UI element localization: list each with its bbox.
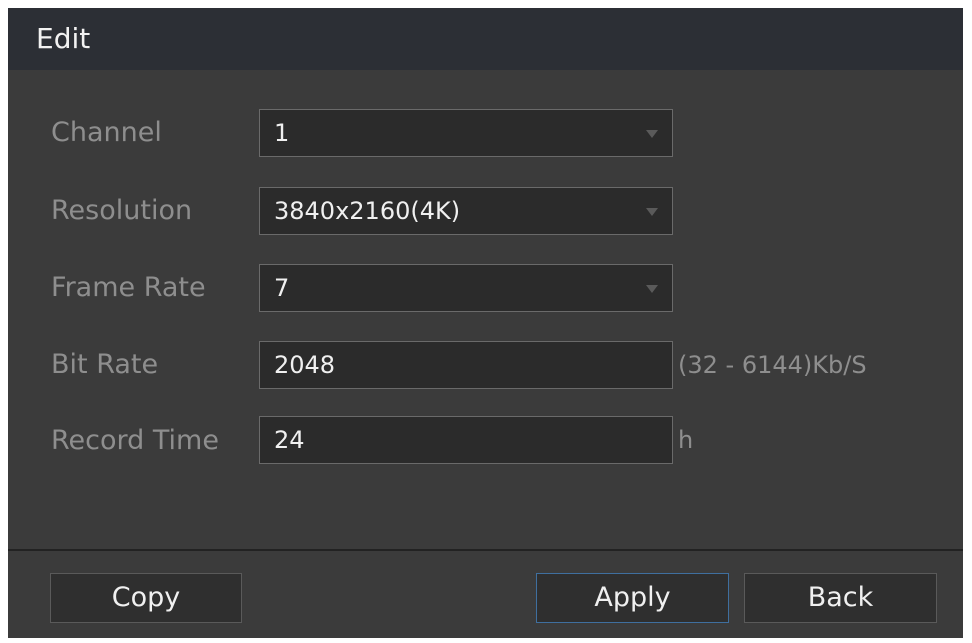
record-time-label: Record Time <box>51 425 219 456</box>
channel-label: Channel <box>51 117 162 148</box>
record-time-value: 24 <box>274 426 305 454</box>
frame-rate-value: 7 <box>274 274 290 302</box>
dialog-title: Edit <box>8 8 963 70</box>
bit-rate-label: Bit Rate <box>51 349 159 380</box>
back-button[interactable]: Back <box>744 573 937 623</box>
record-time-unit: h <box>678 426 694 454</box>
apply-button[interactable]: Apply <box>536 573 729 623</box>
channel-value: 1 <box>274 119 290 147</box>
bit-rate-value: 2048 <box>274 351 336 379</box>
bit-rate-range: (32 - 6144)Kb/S <box>678 351 867 379</box>
resolution-dropdown[interactable]: 3840x2160(4K) <box>259 187 673 235</box>
chevron-down-icon <box>646 208 658 216</box>
chevron-down-icon <box>646 285 658 293</box>
footer-divider <box>8 549 963 551</box>
chevron-down-icon <box>646 130 658 138</box>
edit-dialog: Edit Channel 1 Resolution 3840x2160(4K) … <box>8 8 963 638</box>
resolution-value: 3840x2160(4K) <box>274 197 461 225</box>
record-time-input[interactable]: 24 <box>259 416 673 464</box>
frame-rate-label: Frame Rate <box>51 272 206 303</box>
bit-rate-input[interactable]: 2048 <box>259 341 673 389</box>
resolution-label: Resolution <box>51 195 193 226</box>
copy-button[interactable]: Copy <box>50 573 242 623</box>
frame-rate-dropdown[interactable]: 7 <box>259 264 673 312</box>
channel-dropdown[interactable]: 1 <box>259 109 673 157</box>
